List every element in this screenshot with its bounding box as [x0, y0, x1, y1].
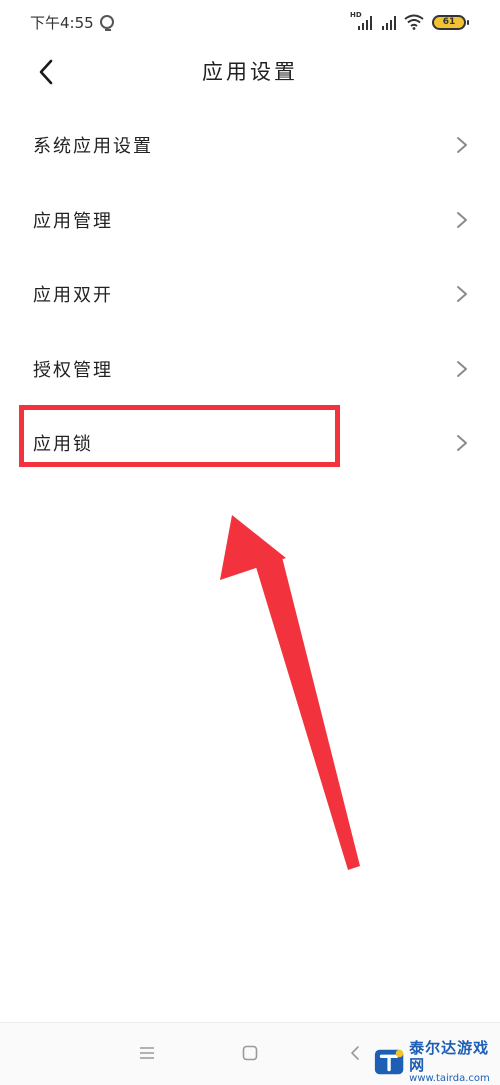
list-item-app-management[interactable]: 应用管理 — [0, 183, 500, 258]
home-icon — [242, 1045, 258, 1061]
list-item-permission-management[interactable]: 授权管理 — [0, 332, 500, 407]
watermark-logo-icon — [374, 1049, 404, 1075]
list-item-dual-apps[interactable]: 应用双开 — [0, 257, 500, 332]
chevron-right-icon — [456, 360, 470, 378]
menu-button[interactable] — [132, 1039, 162, 1067]
list-item-label: 授权管理 — [33, 359, 113, 381]
list-item-label: 应用双开 — [33, 285, 113, 307]
chevron-right-icon — [456, 434, 470, 452]
list-item-system-app-settings[interactable]: 系统应用设置 — [0, 108, 500, 183]
arrow-head — [220, 515, 286, 580]
status-time: 下午4:55 — [30, 13, 94, 32]
wifi-icon — [404, 14, 424, 30]
signal-icon — [380, 14, 396, 30]
status-right: HD 61 — [350, 11, 469, 30]
hd-signal-icon: HD — [350, 11, 372, 30]
battery-icon: 61 — [432, 14, 469, 30]
status-left: 下午4:55 — [30, 12, 114, 33]
chevron-right-icon — [456, 285, 470, 303]
list-item-label: 应用管理 — [33, 210, 113, 232]
watermark: 泰尔达游戏网 www.tairda.com — [373, 1040, 500, 1084]
watermark-url: www.tairda.com — [409, 1073, 490, 1084]
alarm-icon — [99, 15, 114, 31]
status-bar: 下午4:55 HD 61 — [0, 0, 500, 44]
list-item-label: 应用锁 — [33, 434, 93, 456]
list-item-label: 系统应用设置 — [33, 136, 153, 158]
title-bar: 应用设置 — [0, 44, 500, 100]
page-title: 应用设置 — [202, 60, 298, 84]
menu-icon — [140, 1047, 154, 1059]
arrow-shaft — [256, 557, 360, 870]
chevron-right-icon — [456, 136, 470, 154]
nav-back-button[interactable] — [340, 1039, 370, 1067]
chevron-right-icon — [456, 211, 470, 229]
home-button[interactable] — [235, 1039, 265, 1067]
watermark-title: 泰尔达游戏网 — [409, 1039, 490, 1074]
back-icon — [351, 1046, 359, 1060]
settings-list: 系统应用设置 应用管理 应用双开 授权管理 应用锁 — [0, 108, 500, 481]
battery-level: 61 — [442, 17, 456, 27]
list-item-app-lock[interactable]: 应用锁 — [0, 406, 500, 481]
